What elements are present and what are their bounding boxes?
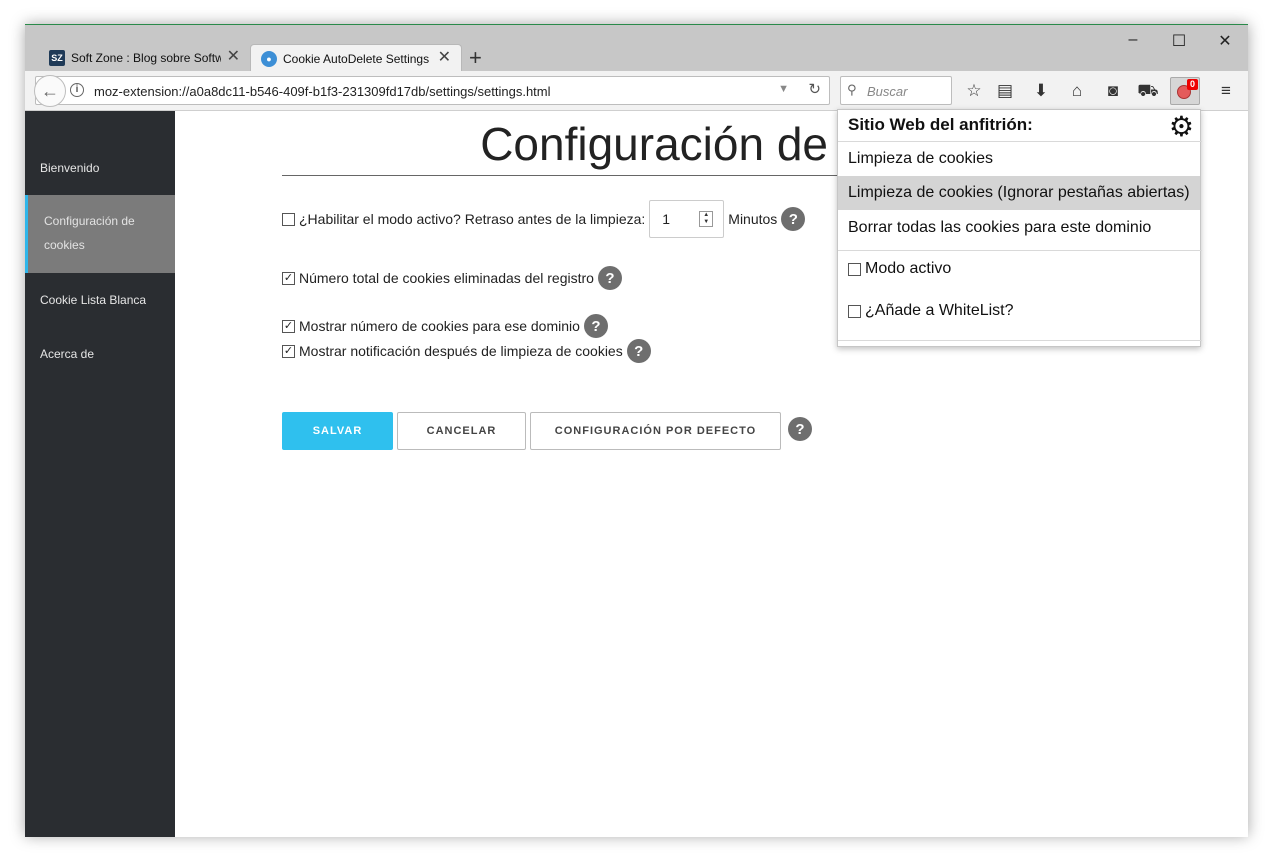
option-label: Número total de cookies eliminadas del r…: [299, 270, 594, 286]
notification-checkbox[interactable]: ✓: [282, 344, 295, 358]
minimize-icon[interactable]: –: [1113, 31, 1153, 49]
new-tab-icon[interactable]: +: [469, 45, 482, 71]
sidebar-item-lista-blanca[interactable]: Cookie Lista Blanca: [25, 293, 175, 307]
url-text[interactable]: moz-extension://a0a8dc11-b546-409f-b1f3-…: [94, 84, 551, 99]
tab-softzone[interactable]: SZ Soft Zone : Blog sobre Softw ✕: [25, 44, 250, 72]
option-label: Mostrar número de cookies para ese domin…: [299, 318, 580, 334]
sidebar-item-acerca[interactable]: Acerca de: [25, 347, 175, 361]
navigation-toolbar: ← i moz-extension://a0a8dc11-b546-409f-b…: [25, 71, 1248, 111]
option-row: ✓ Número total de cookies eliminadas del…: [282, 266, 622, 290]
delay-spinner-icon[interactable]: ▲ ▼: [699, 211, 714, 227]
clean-cookies-ignore-tabs-action[interactable]: Limpieza de cookies (Ignorar pestañas ab…: [838, 176, 1200, 210]
download-icon[interactable]: ⬇: [1028, 79, 1054, 103]
back-arrow-icon[interactable]: ←: [34, 75, 66, 107]
delay-unit-label: Minutos: [728, 211, 778, 227]
tab-cookie-autodelete[interactable]: ● Cookie AutoDelete Settings ✕: [250, 44, 462, 72]
help-icon[interactable]: ?: [597, 266, 622, 290]
help-icon[interactable]: ?: [781, 207, 806, 231]
cookie-autodelete-extension-button[interactable]: 0: [1170, 77, 1200, 105]
sidebar-item-bienvenido[interactable]: Bienvenido: [25, 161, 175, 175]
active-mode-popup-checkbox[interactable]: [848, 262, 861, 276]
toggle-label: ¿Añade a WhiteList?: [865, 302, 1014, 319]
total-cookies-checkbox[interactable]: ✓: [282, 271, 295, 285]
divider: [838, 340, 1202, 341]
help-icon[interactable]: ?: [788, 417, 812, 441]
reload-icon[interactable]: ↻: [808, 80, 821, 98]
cookie-count-badge: 0: [1186, 79, 1198, 90]
synced-tabs-icon[interactable]: ⛟: [1135, 79, 1161, 103]
search-icon: ⚲: [847, 82, 857, 97]
bookmark-star-icon[interactable]: ☆: [961, 79, 987, 103]
active-mode-checkbox[interactable]: [282, 212, 295, 226]
popup-heading: Sitio Web del anfitrión:: [848, 115, 1033, 134]
save-button[interactable]: SALVAR: [282, 412, 393, 450]
option-row: ✓ Mostrar notificación después de limpie…: [282, 339, 651, 363]
hamburger-menu-icon[interactable]: ≡: [1213, 79, 1239, 103]
tab-strip: SZ Soft Zone : Blog sobre Softw ✕ ● Cook…: [25, 25, 1248, 72]
settings-sidebar: Bienvenido Configuración de cookies Cook…: [25, 111, 175, 837]
softzone-favicon-icon: SZ: [49, 50, 65, 66]
sidebar-item-configuracion[interactable]: Configuración de cookies: [25, 195, 175, 273]
active-mode-row: ¿Habilitar el modo activo? Retraso antes…: [282, 200, 806, 238]
divider: [838, 250, 1202, 251]
title-divider: [282, 175, 842, 176]
close-tab-icon[interactable]: ✕: [227, 49, 240, 65]
cancel-button[interactable]: CANCELAR: [397, 412, 526, 450]
close-tab-icon[interactable]: ✕: [438, 50, 451, 66]
delay-value: 1: [662, 211, 671, 227]
tab-title: Soft Zone : Blog sobre Softw: [71, 51, 221, 65]
option-label: Mostrar notificación después de limpieza…: [299, 343, 623, 359]
help-icon[interactable]: ?: [626, 339, 651, 363]
site-info-icon[interactable]: i: [70, 83, 84, 97]
option-row: ✓ Mostrar número de cookies para ese dom…: [282, 314, 608, 338]
url-bar[interactable]: ← i moz-extension://a0a8dc11-b546-409f-b…: [34, 75, 830, 107]
clean-cookies-action[interactable]: Limpieza de cookies: [838, 142, 1200, 176]
default-settings-button[interactable]: CONFIGURACIÓN POR DEFECTO: [530, 412, 781, 450]
clear-domain-cookies-action[interactable]: Borrar todas las cookies para este domin…: [838, 211, 1200, 245]
whitelist-toggle[interactable]: ¿Añade a WhiteList?: [848, 302, 1014, 320]
gear-icon[interactable]: ⚙: [1169, 110, 1194, 143]
active-mode-label: ¿Habilitar el modo activo? Retraso antes…: [299, 211, 646, 227]
pocket-icon[interactable]: ◙: [1100, 79, 1126, 103]
cookie-autodelete-favicon-icon: ●: [261, 50, 277, 67]
home-icon[interactable]: ⌂: [1064, 79, 1090, 103]
cookie-autodelete-popup: Sitio Web del anfitrión: ⚙ Limpieza de c…: [837, 109, 1202, 347]
reading-list-icon[interactable]: ▤: [992, 79, 1018, 103]
delay-input[interactable]: 1 ▲ ▼: [649, 200, 725, 238]
domain-count-checkbox[interactable]: ✓: [282, 319, 295, 333]
url-dropdown-icon[interactable]: ▼: [778, 83, 789, 95]
close-window-icon[interactable]: ✕: [1205, 31, 1245, 51]
search-box[interactable]: ⚲ Buscar: [840, 76, 952, 105]
toggle-label: Modo activo: [865, 260, 952, 277]
tab-title: Cookie AutoDelete Settings: [283, 51, 430, 66]
active-mode-toggle[interactable]: Modo activo: [848, 260, 951, 278]
search-placeholder: Buscar: [867, 84, 908, 99]
whitelist-popup-checkbox[interactable]: [848, 304, 861, 318]
browser-window: SZ Soft Zone : Blog sobre Softw ✕ ● Cook…: [25, 24, 1248, 837]
maximize-icon[interactable]: ☐: [1159, 31, 1199, 51]
help-icon[interactable]: ?: [583, 314, 608, 338]
